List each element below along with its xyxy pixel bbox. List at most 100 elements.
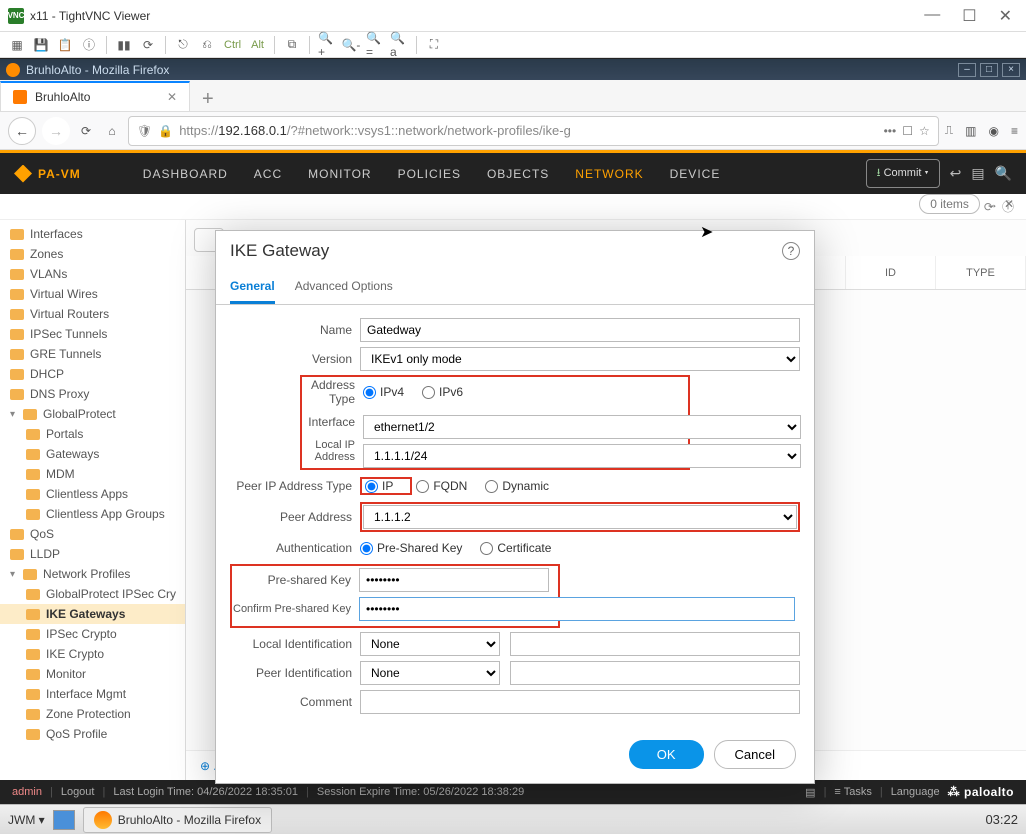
home-button[interactable]: ⌂ [102, 124, 122, 138]
sidebar-item[interactable]: LLDP [0, 544, 185, 564]
sidebar-item[interactable]: IPSec Crypto [0, 624, 185, 644]
sidebar-item[interactable]: IKE Crypto [0, 644, 185, 664]
peer-id-type-select[interactable]: None [360, 661, 500, 685]
version-select[interactable]: IKEv1 only mode [360, 347, 800, 371]
footer-admin[interactable]: admin [12, 786, 42, 798]
sidebar-item[interactable]: VLANs [0, 264, 185, 284]
nav-network[interactable]: NETWORK [575, 167, 643, 181]
search-icon[interactable]: 🔍 [995, 165, 1012, 182]
local-id-value-input[interactable] [510, 632, 800, 656]
nav-acc[interactable]: ACC [254, 167, 282, 181]
reload-button[interactable]: ⟳ [76, 124, 96, 138]
pause-icon[interactable]: ▮▮ [115, 36, 133, 54]
sidebar-item[interactable]: Interface Mgmt [0, 684, 185, 704]
sidebar-item[interactable]: MDM [0, 464, 185, 484]
info-icon[interactable]: ⓘ [80, 36, 98, 54]
copy-icon[interactable]: ⧉ [283, 36, 301, 54]
bookmark-icon[interactable]: ☆ [919, 124, 930, 138]
radio-ipv6[interactable]: IPv6 [422, 385, 463, 399]
local-id-type-select[interactable]: None [360, 632, 500, 656]
revert-icon[interactable]: ↩ [950, 165, 962, 182]
library-icon[interactable]: ⎍ [945, 123, 953, 138]
show-desktop-button[interactable] [53, 810, 75, 830]
zoom-fit-icon[interactable]: 🔍= [366, 36, 384, 54]
name-input[interactable] [360, 318, 800, 342]
comment-input[interactable] [360, 690, 800, 714]
footer-docs-icon[interactable]: ▤ [805, 786, 815, 799]
peer-address-select[interactable]: 1.1.1.2 [363, 505, 797, 529]
sidebar-item[interactable]: Virtual Routers [0, 304, 185, 324]
sidebar-item[interactable]: Virtual Wires [0, 284, 185, 304]
sidebar-item[interactable]: Portals [0, 424, 185, 444]
sidebar-item[interactable]: IKE Gateways [0, 604, 185, 624]
nav-policies[interactable]: POLICIES [398, 167, 461, 181]
nav-device[interactable]: DEVICE [670, 167, 721, 181]
sidebar-item[interactable]: GlobalProtect IPSec Cry [0, 584, 185, 604]
radio-cert[interactable]: Certificate [480, 541, 551, 555]
items-next-icon[interactable]: → [986, 197, 998, 211]
local-ip-select[interactable]: 1.1.1.1/24 [363, 444, 801, 468]
back-button[interactable]: ← [8, 117, 36, 145]
options-icon[interactable]: 📋 [56, 36, 74, 54]
tab-close-icon[interactable]: ✕ [167, 90, 177, 104]
page-action-icon[interactable]: ••• [884, 124, 897, 138]
ff-minimize-button[interactable]: – [958, 63, 976, 77]
cancel-button[interactable]: Cancel [714, 740, 796, 769]
alt-key[interactable]: Alt [249, 39, 266, 51]
sidebar-item[interactable]: ▾Network Profiles [0, 564, 185, 584]
sidebar-item[interactable]: Monitor [0, 664, 185, 684]
reader-icon[interactable]: ☐ [902, 124, 913, 138]
footer-language[interactable]: Language [891, 786, 940, 798]
sidebar-item[interactable]: Zones [0, 244, 185, 264]
firefox-tab[interactable]: BruhloAlto ✕ [0, 81, 190, 111]
cad-icon[interactable]: ⎋ [174, 36, 192, 54]
key-icon[interactable]: ⎌ [198, 36, 216, 54]
zoom-in-icon[interactable]: 🔍+ [318, 36, 336, 54]
sidebar-item[interactable]: DNS Proxy [0, 384, 185, 404]
refresh-icon[interactable]: ⟳ [139, 36, 157, 54]
fullscreen-icon[interactable]: ⛶ [425, 36, 443, 54]
address-bar[interactable]: 🛡 🔒 https://192.168.0.1/?#network::vsys1… [128, 116, 939, 146]
close-button[interactable]: ✕ [993, 4, 1018, 28]
ok-button[interactable]: OK [629, 740, 704, 769]
ctrl-key[interactable]: Ctrl [222, 39, 243, 51]
zoom-auto-icon[interactable]: 🔍a [390, 36, 408, 54]
nav-objects[interactable]: OBJECTS [487, 167, 549, 181]
sidebar-item[interactable]: DHCP [0, 364, 185, 384]
zoom-out-icon[interactable]: 🔍- [342, 36, 360, 54]
sidebar-item[interactable]: Interfaces [0, 224, 185, 244]
nav-dashboard[interactable]: DASHBOARD [143, 167, 228, 181]
footer-tasks[interactable]: ≡ Tasks [834, 786, 871, 798]
minimize-button[interactable]: — [918, 4, 946, 28]
items-close-icon[interactable]: ✕ [1004, 197, 1014, 211]
ff-close-button[interactable]: × [1002, 63, 1020, 77]
sidebar-icon[interactable]: ▥ [965, 124, 976, 138]
sidebar-item[interactable]: Zone Protection [0, 704, 185, 724]
radio-ipv4[interactable]: IPv4 [363, 385, 404, 399]
new-conn-icon[interactable]: ▦ [8, 36, 26, 54]
taskbar-app-firefox[interactable]: BruhloAlto - Mozilla Firefox [83, 807, 272, 833]
account-icon[interactable]: ◉ [989, 124, 999, 138]
grid-column-header[interactable]: TYPE [936, 256, 1026, 289]
psk-input[interactable] [359, 568, 549, 592]
grid-column-header[interactable]: ID [846, 256, 936, 289]
radio-peer-fqdn[interactable]: FQDN [416, 479, 467, 493]
nav-monitor[interactable]: MONITOR [308, 167, 371, 181]
radio-peer-dynamic[interactable]: Dynamic [485, 479, 549, 493]
ff-maximize-button[interactable]: □ [980, 63, 998, 77]
sidebar-item[interactable]: Clientless App Groups [0, 504, 185, 524]
footer-logout[interactable]: Logout [61, 786, 95, 798]
start-menu[interactable]: JWM ▾ [8, 813, 45, 827]
new-tab-button[interactable]: + [190, 88, 226, 111]
interface-select[interactable]: ethernet1/2 [363, 415, 801, 439]
sidebar-item[interactable]: Clientless Apps [0, 484, 185, 504]
tab-advanced[interactable]: Advanced Options [295, 271, 393, 304]
tab-general[interactable]: General [230, 271, 275, 304]
sidebar-item[interactable]: QoS [0, 524, 185, 544]
sidebar-item[interactable]: IPSec Tunnels [0, 324, 185, 344]
radio-peer-ip[interactable]: IP [365, 479, 393, 493]
peer-id-value-input[interactable] [510, 661, 800, 685]
dialog-help-icon[interactable]: ? [782, 242, 800, 260]
commit-button[interactable]: ⭳ Commit ▾ [866, 159, 940, 188]
network-sidebar[interactable]: InterfacesZonesVLANsVirtual WiresVirtual… [0, 220, 186, 780]
